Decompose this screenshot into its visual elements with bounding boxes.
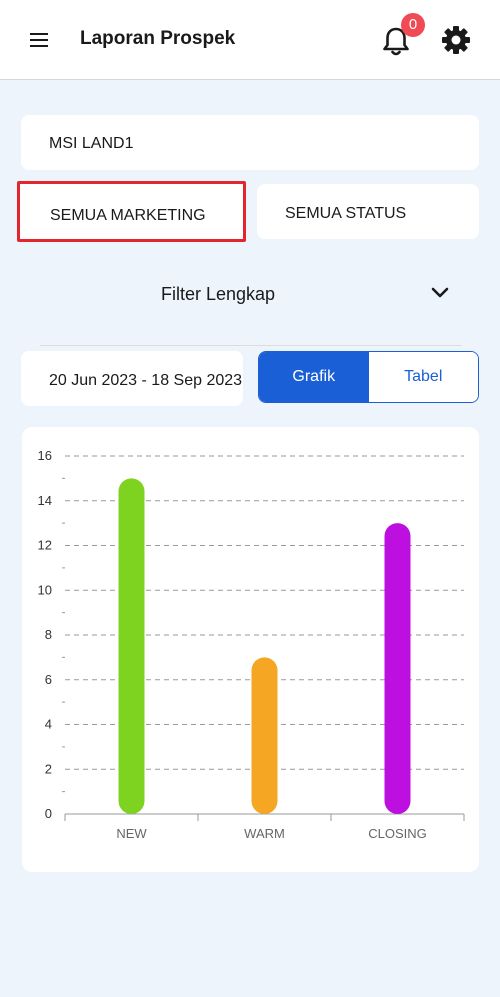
y-tick-label: 8 [45, 627, 52, 642]
bar-warm [251, 657, 278, 814]
y-tick-label: 14 [38, 493, 52, 508]
menu-icon[interactable] [26, 27, 56, 53]
app-bar: Laporan Prospek 0 [0, 0, 500, 80]
view-toggle: Grafik Tabel [258, 351, 479, 403]
y-tick-label: 4 [45, 717, 52, 732]
chevron-down-icon [431, 287, 449, 298]
page-title: Laporan Prospek [80, 28, 236, 49]
chart-card: 0 2 4 6 8 10 12 14 16 NEW WARM CLOSING [22, 427, 479, 872]
tab-tabel[interactable]: Tabel [368, 352, 478, 402]
date-range-value: 20 Jun 2023 - 18 Sep 2023 [49, 372, 243, 389]
project-select-value: MSI LAND1 [49, 135, 134, 152]
tab-grafik[interactable]: Grafik [259, 352, 369, 402]
gear-icon[interactable] [439, 23, 473, 57]
date-range-picker[interactable]: 20 Jun 2023 - 18 Sep 2023 [21, 351, 243, 406]
y-tick-label: 2 [45, 761, 52, 776]
marketing-select-value: SEMUA MARKETING [50, 207, 206, 224]
filter-lengkap-toggle[interactable]: Filter Lengkap [40, 268, 480, 320]
y-tick-label: 12 [38, 538, 52, 553]
x-category-label: CLOSING [368, 826, 427, 841]
filter-lengkap-label: Filter Lengkap [161, 284, 276, 304]
project-select[interactable]: MSI LAND1 [21, 115, 479, 170]
y-tick-label: 0 [45, 806, 52, 821]
notification-badge: 0 [401, 13, 425, 37]
y-tick-label: 16 [38, 448, 52, 463]
marketing-select[interactable]: SEMUA MARKETING [17, 181, 246, 242]
y-tick-label: 10 [38, 582, 52, 597]
status-select[interactable]: SEMUA STATUS [257, 184, 479, 239]
y-tick-label: 6 [45, 672, 52, 687]
bar-chart: 0 2 4 6 8 10 12 14 16 NEW WARM CLOSING [38, 448, 465, 841]
divider [40, 345, 462, 346]
bar-closing [384, 523, 411, 814]
status-select-value: SEMUA STATUS [285, 205, 407, 222]
x-category-label: WARM [244, 826, 285, 841]
bar-new [118, 478, 145, 814]
x-category-label: NEW [116, 826, 147, 841]
